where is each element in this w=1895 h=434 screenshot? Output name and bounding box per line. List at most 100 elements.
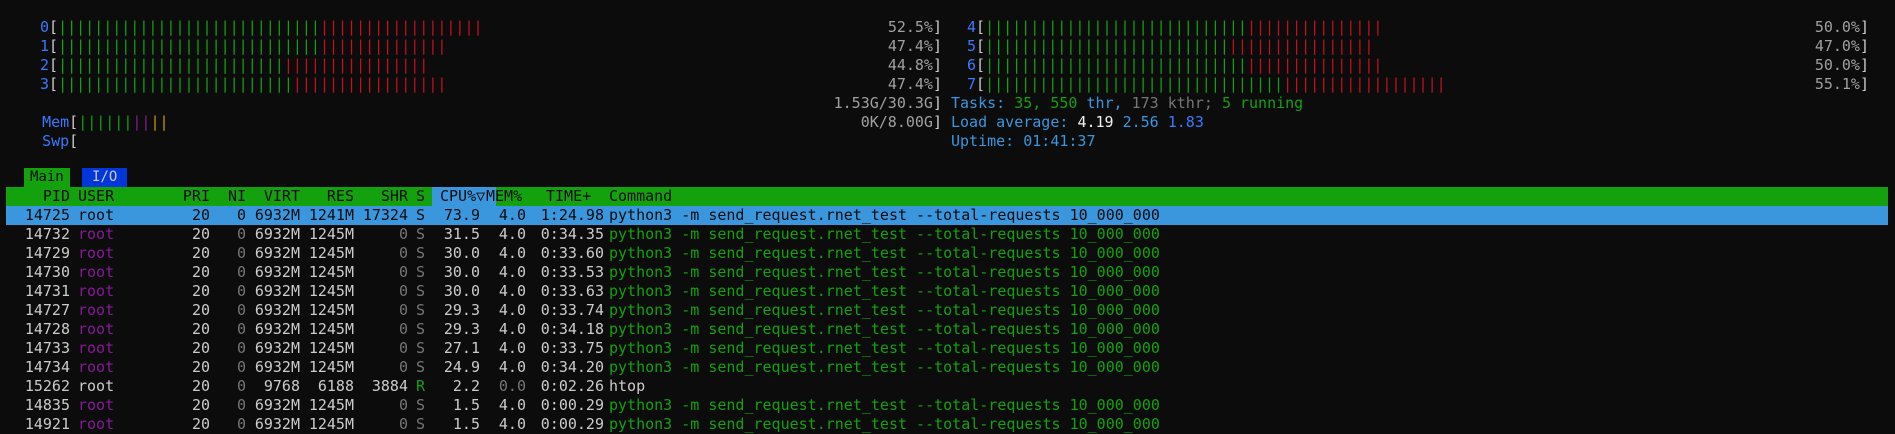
- process-cpu: 2.2: [452, 377, 480, 395]
- col-state[interactable]: S: [416, 187, 425, 206]
- cpu-label: 4: [967, 18, 977, 36]
- col-user[interactable]: USER: [78, 187, 114, 206]
- col-command[interactable]: Command: [609, 187, 672, 206]
- col-res[interactable]: RES: [300, 187, 354, 206]
- cpu-bar-system: ||||||||||||||||: [1228, 37, 1374, 55]
- swp-label: Swp: [42, 132, 70, 150]
- process-ni: 0: [236, 244, 246, 262]
- process-row[interactable]: 14921 root 20 0 6932M 1245M 0 S 1.5 4.0 0:00.29 pyt…: [6, 415, 1888, 434]
- process-row[interactable]: 14733 root 20 0 6932M 1245M 0 S 27.1 4.0 0:33.75 py…: [6, 339, 1888, 358]
- process-pri: 20: [191, 358, 210, 376]
- process-row[interactable]: 14731 root 20 0 6932M 1245M 0 S 30.0 4.0 0:33.63 py…: [6, 282, 1888, 301]
- process-res: 1245M: [308, 396, 354, 414]
- process-virt: 6932M: [254, 396, 300, 414]
- process-mem: 0.0: [498, 377, 526, 395]
- process-s: S: [416, 301, 426, 319]
- process-pri: 20: [191, 225, 210, 243]
- process-time: 0:02.26: [540, 377, 604, 395]
- process-cmd: python3 -m send_request.rnet_test --tota…: [609, 301, 1160, 319]
- process-row[interactable]: 14734 root 20 0 6932M 1245M 0 S 24.9 4.0 0:34.20 py…: [6, 358, 1888, 377]
- cpu-percent: 50.0%]: [1814, 18, 1869, 36]
- cpu-meter-5: 5[||||||||||||||||||||||||||||||||||||||…: [967, 37, 1869, 55]
- process-mem: 4.0: [498, 339, 526, 357]
- process-user: root: [78, 396, 115, 414]
- process-cpu: 73.9: [443, 206, 480, 224]
- process-time: 1:24.98: [540, 206, 604, 224]
- process-s: S: [416, 415, 426, 433]
- process-virt: 6932M: [254, 358, 300, 376]
- process-mem: 4.0: [498, 225, 526, 243]
- process-s: S: [416, 282, 426, 300]
- process-ni: 0: [236, 358, 246, 376]
- cpu-label: 2: [40, 56, 50, 74]
- process-virt: 6932M: [254, 301, 300, 319]
- process-pri: 20: [191, 206, 210, 224]
- col-ni[interactable]: NI: [210, 187, 246, 206]
- col-pri[interactable]: PRI: [166, 187, 210, 206]
- process-time: 0:33.60: [540, 244, 604, 262]
- process-cmd: python3 -m send_request.rnet_test --tota…: [609, 225, 1160, 243]
- process-user: root: [78, 244, 115, 262]
- col-time[interactable]: TIME+: [546, 187, 591, 206]
- process-row[interactable]: 15262 root 20 0 9768 6188 3884 R 2.2 0.0 0:02.26 ht…: [6, 377, 1888, 396]
- process-pid: 14730: [24, 263, 70, 281]
- process-shr: 0: [398, 225, 408, 243]
- process-cpu: 31.5: [443, 225, 480, 243]
- process-cpu: 29.3: [443, 320, 480, 338]
- process-row[interactable]: 14835 root 20 0 6932M 1245M 0 S 1.5 4.0 0:00.29 pyt…: [6, 396, 1888, 415]
- process-pri: 20: [191, 282, 210, 300]
- process-mem: 4.0: [498, 263, 526, 281]
- col-mem[interactable]: MEM%: [486, 187, 522, 206]
- process-cpu: 30.0: [443, 282, 480, 300]
- process-ni: 0: [236, 301, 246, 319]
- cpu-label: 3: [40, 75, 50, 93]
- cpu-meter-6: 6[||||||||||||||||||||||||||||||||||||||…: [967, 56, 1869, 74]
- process-user: root: [78, 282, 115, 300]
- tab-main[interactable]: Main: [24, 168, 70, 187]
- process-cmd: python3 -m send_request.rnet_test --tota…: [609, 206, 1160, 224]
- process-virt: 6932M: [254, 244, 300, 262]
- process-row[interactable]: 14727 root 20 0 6932M 1245M 0 S 29.3 4.0 0:33.74 py…: [6, 301, 1888, 320]
- process-ni: 0: [236, 415, 246, 433]
- tab-io[interactable]: I/O: [82, 168, 128, 187]
- process-ni: 0: [236, 263, 246, 281]
- process-mem: 4.0: [498, 396, 526, 414]
- process-ni: 0: [236, 225, 246, 243]
- process-time: 0:33.63: [540, 282, 604, 300]
- cpu-bar-user: |||||||||||||||||||||||||||||: [985, 18, 1247, 36]
- cpu-percent: 47.0%]: [1814, 37, 1869, 55]
- process-mem: 4.0: [498, 244, 526, 262]
- process-s: S: [416, 339, 426, 357]
- process-user: root: [78, 225, 115, 243]
- process-pri: 20: [191, 301, 210, 319]
- process-s: S: [416, 396, 426, 414]
- process-res: 1245M: [308, 244, 354, 262]
- process-res: 1241M: [308, 206, 354, 224]
- col-shr[interactable]: SHR: [354, 187, 408, 206]
- cpu-bar-system: ||||||||||||||||||: [319, 18, 483, 36]
- process-row[interactable]: 14725 root 20 0 6932M 1241M 17324 S 73.9 4.0 1:24.…: [6, 206, 1888, 225]
- process-res: 1245M: [308, 339, 354, 357]
- cpu-bar-system: ||||||||||||||: [319, 37, 447, 55]
- process-row[interactable]: 14732 root 20 0 6932M 1245M 0 S 31.5 4.0 0:34.35 py…: [6, 225, 1888, 244]
- col-virt[interactable]: VIRT: [246, 187, 300, 206]
- col-pid[interactable]: PID: [6, 187, 70, 206]
- process-row[interactable]: 14730 root 20 0 6932M 1245M 0 S 30.0 4.0 0:33.53 py…: [6, 263, 1888, 282]
- process-cmd: python3 -m send_request.rnet_test --tota…: [609, 339, 1160, 357]
- process-cmd: python3 -m send_request.rnet_test --tota…: [609, 396, 1160, 414]
- cpu-bar-user: |||||||||||||||||||||||||||||: [58, 18, 320, 36]
- process-res: 1245M: [308, 282, 354, 300]
- process-res: 1245M: [308, 301, 354, 319]
- process-row[interactable]: 14729 root 20 0 6932M 1245M 0 S 30.0 4.0 0:33.60 py…: [6, 244, 1888, 263]
- process-pri: 20: [191, 263, 210, 281]
- cpu-bar-system: ||||||||||||||||: [283, 56, 429, 74]
- process-cmd: python3 -m send_request.rnet_test --tota…: [609, 320, 1160, 338]
- process-shr: 0: [398, 263, 408, 281]
- process-s: S: [416, 320, 426, 338]
- cpu-label: 0: [40, 18, 50, 36]
- process-table-header[interactable]: PID USER PRI NI VIRT RES SHR S CPU%▽ MEM…: [6, 187, 1888, 206]
- process-virt: 6932M: [254, 225, 300, 243]
- process-row[interactable]: 14728 root 20 0 6932M 1245M 0 S 29.3 4.0 0:34.18 py…: [6, 320, 1888, 339]
- process-pid: 14725: [24, 206, 70, 224]
- process-time: 0:33.75: [540, 339, 604, 357]
